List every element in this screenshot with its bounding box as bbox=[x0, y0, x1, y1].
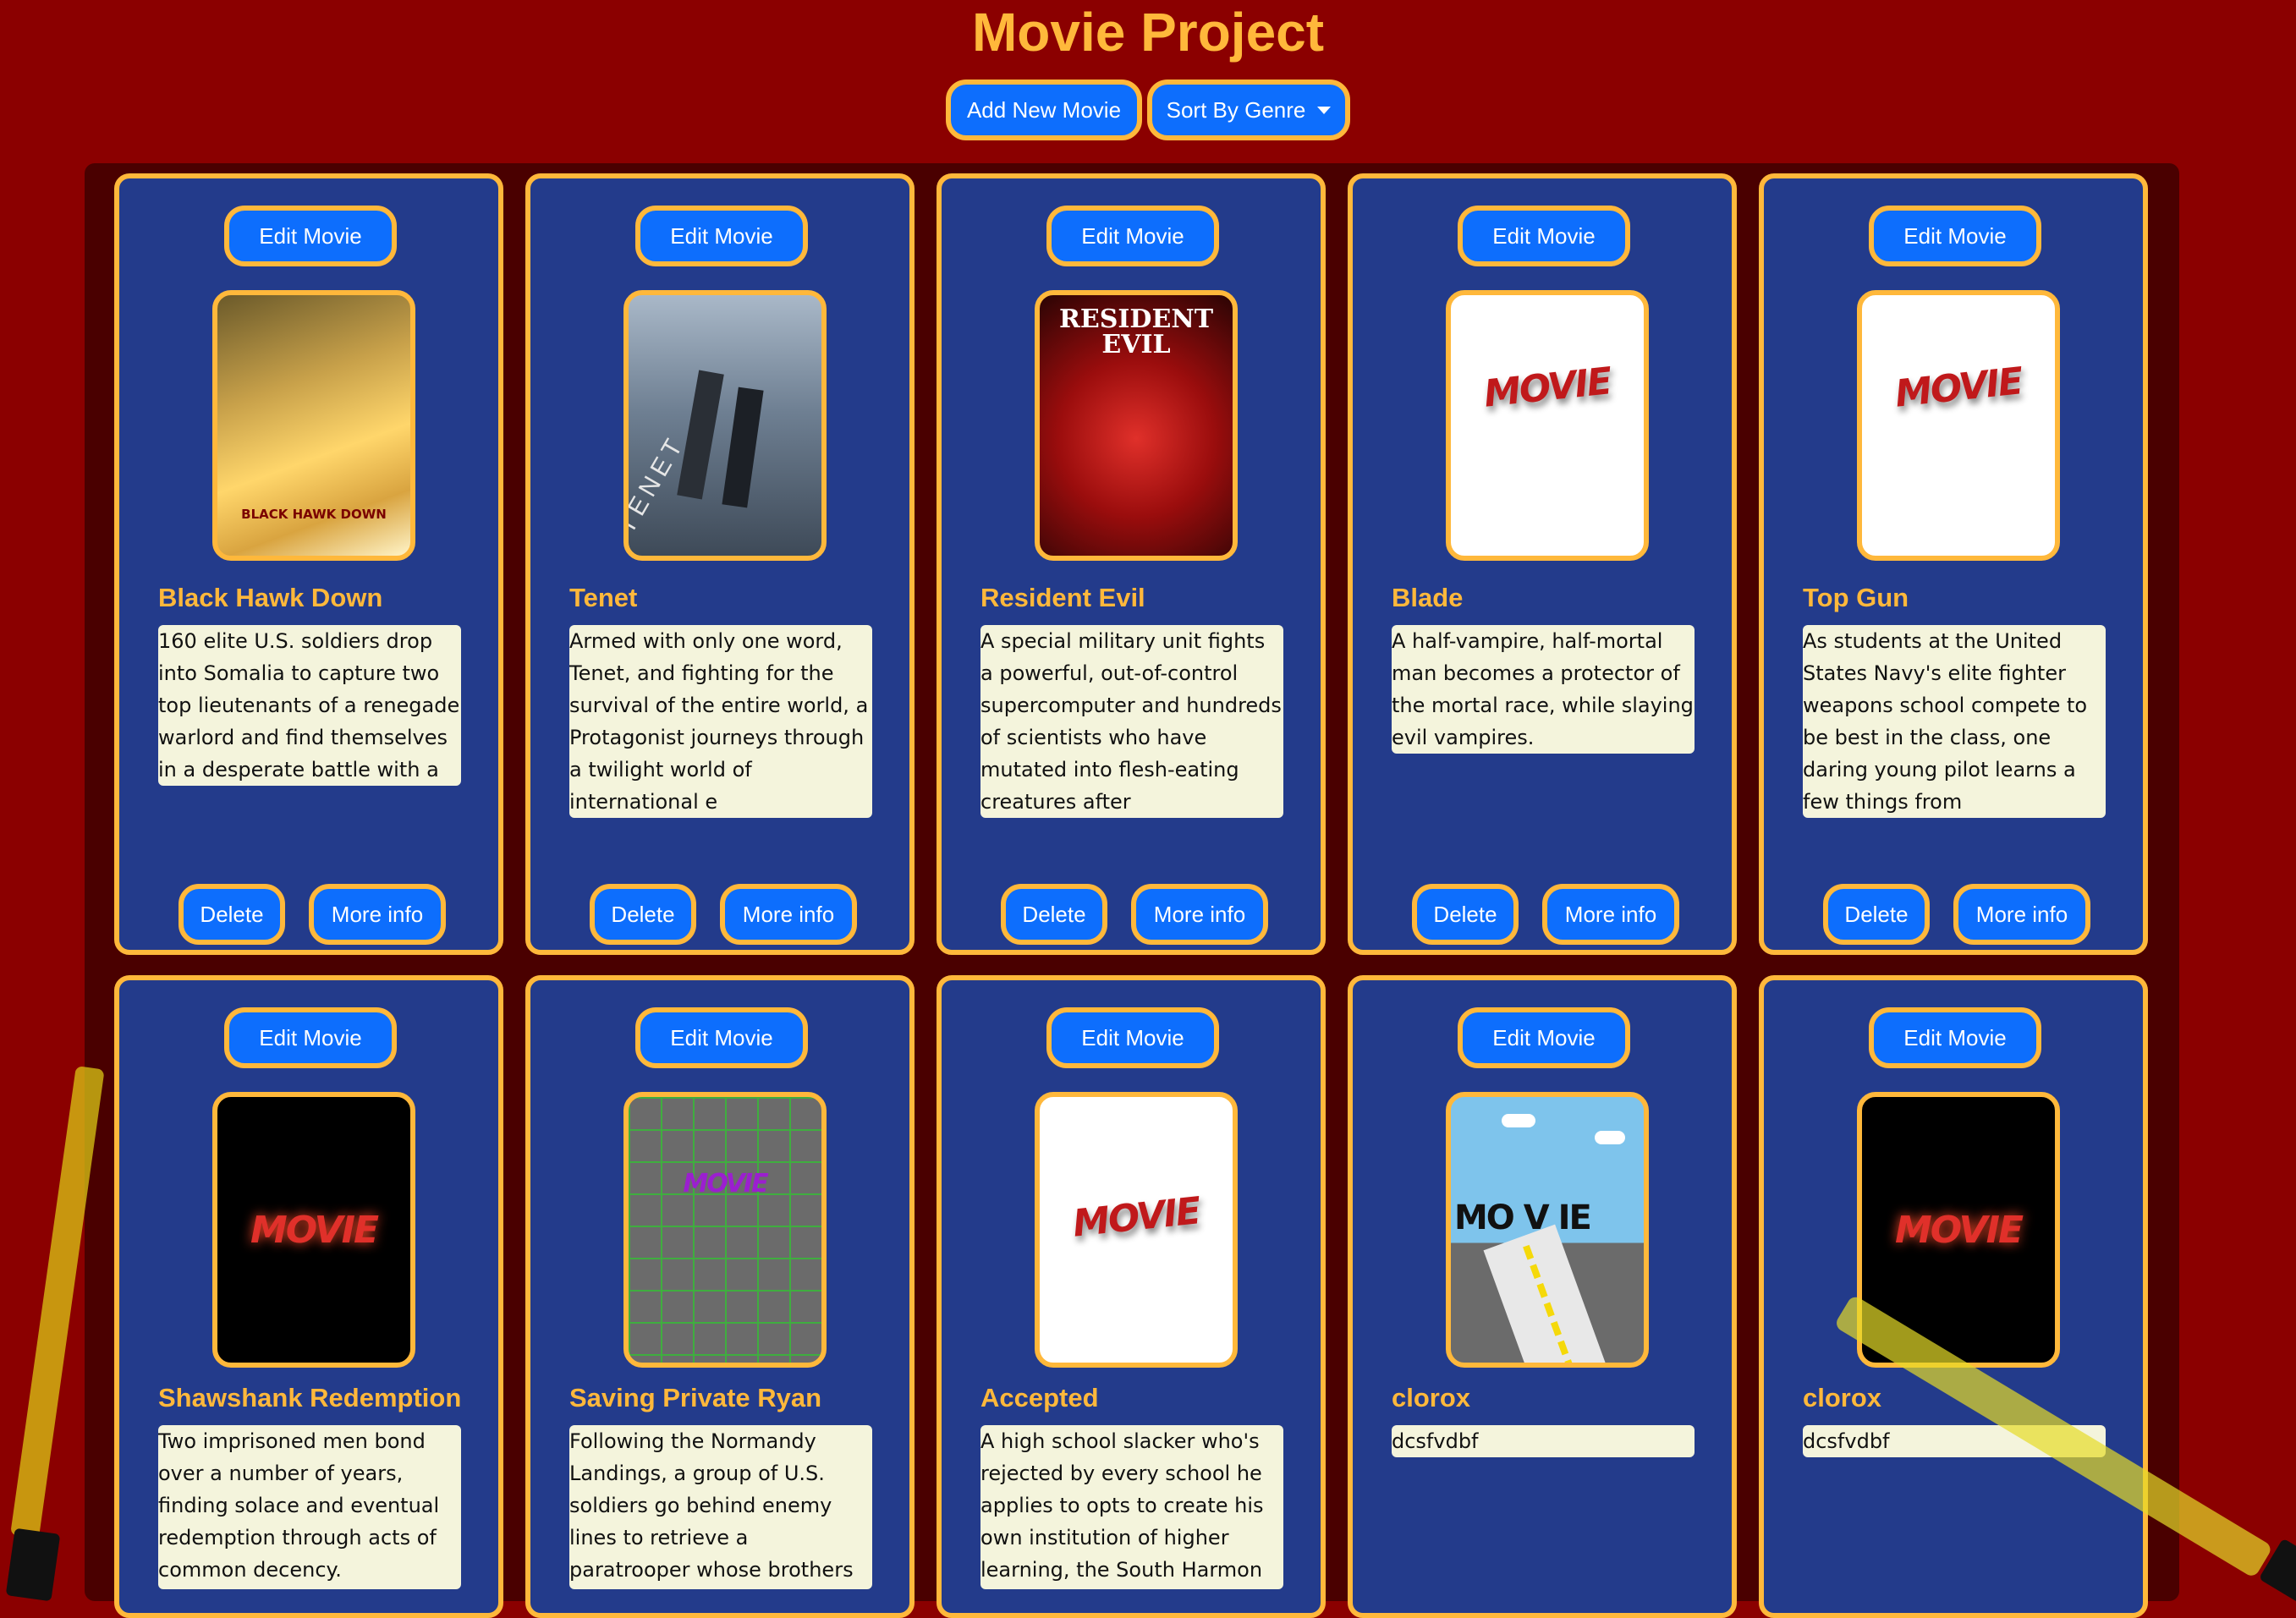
more-info-button[interactable]: More info bbox=[1131, 884, 1268, 945]
lightsaber-hilt bbox=[2258, 1538, 2296, 1605]
delete-button[interactable]: Delete bbox=[1412, 884, 1519, 945]
edit-movie-button[interactable]: Edit Movie bbox=[1458, 1007, 1630, 1068]
edit-movie-button[interactable]: Edit Movie bbox=[635, 206, 808, 266]
movie-card: Edit Movie TENET Tenet Armed with only o… bbox=[525, 173, 915, 955]
movie-logo: MOVIE bbox=[250, 1208, 379, 1252]
movie-card: Edit Movie MOVIE Accepted A high school … bbox=[937, 975, 1326, 1618]
edit-movie-button[interactable]: Edit Movie bbox=[1046, 206, 1219, 266]
edit-movie-button[interactable]: Edit Movie bbox=[224, 1007, 397, 1068]
movie-logo: MOVIE bbox=[683, 1168, 768, 1198]
delete-button[interactable]: Delete bbox=[179, 884, 285, 945]
movie-poster[interactable]: MOVIE bbox=[212, 1092, 415, 1368]
movie-card: Edit Movie RESIDENT EVIL Resident Evil A… bbox=[937, 173, 1326, 955]
poster-caption: BLACK HAWK DOWN bbox=[241, 507, 387, 522]
sort-by-genre-label: Sort By Genre bbox=[1166, 96, 1306, 123]
delete-button[interactable]: Delete bbox=[1001, 884, 1107, 945]
movie-poster[interactable]: MO V IE bbox=[1446, 1092, 1649, 1368]
movie-card: Edit Movie MOVIE Top Gun As students at … bbox=[1759, 173, 2148, 955]
movie-description: Armed with only one word, Tenet, and fig… bbox=[569, 625, 872, 818]
poster-figure-icon bbox=[677, 370, 724, 500]
delete-button[interactable]: Delete bbox=[590, 884, 696, 945]
more-info-button[interactable]: More info bbox=[720, 884, 857, 945]
movie-description: dcsfvdbf bbox=[1803, 1425, 2106, 1457]
edit-movie-button[interactable]: Edit Movie bbox=[1869, 1007, 2041, 1068]
movie-poster[interactable]: RESIDENT EVIL bbox=[1035, 290, 1238, 561]
movie-logo: MOVIE bbox=[1481, 359, 1613, 416]
movie-title: Blade bbox=[1392, 583, 1464, 612]
movie-poster[interactable]: MOVIE bbox=[1446, 290, 1649, 561]
movie-description: As students at the United States Navy's … bbox=[1803, 625, 2106, 818]
movie-title: Black Hawk Down bbox=[158, 583, 383, 612]
cloud-icon bbox=[1595, 1131, 1625, 1144]
movie-card: Edit Movie MOVIE clorox dcsfvdbf bbox=[1759, 975, 2148, 1618]
movie-description: Following the Normandy Landings, a group… bbox=[569, 1425, 872, 1589]
movie-description: A high school slacker who's rejected by … bbox=[980, 1425, 1283, 1589]
delete-button[interactable]: Delete bbox=[1823, 884, 1930, 945]
more-info-button[interactable]: More info bbox=[1542, 884, 1679, 945]
movie-description: dcsfvdbf bbox=[1392, 1425, 1695, 1457]
movie-title: clorox bbox=[1392, 1383, 1471, 1412]
cloud-icon bbox=[1502, 1114, 1535, 1127]
movie-poster[interactable]: MOVIE bbox=[623, 1092, 827, 1368]
movie-logo: MOVIE bbox=[1894, 1208, 2024, 1252]
movie-poster[interactable]: MOVIE bbox=[1857, 1092, 2060, 1368]
edit-movie-button[interactable]: Edit Movie bbox=[1869, 206, 2041, 266]
movie-title: Accepted bbox=[980, 1383, 1099, 1412]
movie-logo: MO V IE bbox=[1454, 1198, 1592, 1237]
more-info-button[interactable]: More info bbox=[309, 884, 446, 945]
movie-title: Saving Private Ryan bbox=[569, 1383, 822, 1412]
movie-poster[interactable]: MOVIE bbox=[1035, 1092, 1238, 1368]
edit-movie-button[interactable]: Edit Movie bbox=[224, 206, 397, 266]
edit-movie-button[interactable]: Edit Movie bbox=[1046, 1007, 1219, 1068]
movie-description: 160 elite U.S. soldiers drop into Somali… bbox=[158, 625, 461, 786]
movie-description: A special military unit fights a powerfu… bbox=[980, 625, 1283, 818]
add-movie-button[interactable]: Add New Movie bbox=[946, 80, 1142, 140]
lightsaber-hilt bbox=[5, 1528, 61, 1602]
edit-movie-button[interactable]: Edit Movie bbox=[635, 1007, 808, 1068]
poster-figure-icon bbox=[722, 387, 764, 508]
movie-title: Top Gun bbox=[1803, 583, 1909, 612]
movie-logo: MOVIE bbox=[1892, 359, 2024, 416]
sort-by-genre-dropdown[interactable]: Sort By Genre bbox=[1147, 80, 1350, 140]
movie-title: Resident Evil bbox=[980, 583, 1145, 612]
movie-logo: MOVIE bbox=[1070, 1188, 1202, 1246]
movie-title: Shawshank Redemption bbox=[158, 1383, 462, 1412]
movie-description: A half-vampire, half-mortal man becomes … bbox=[1392, 625, 1695, 754]
page-title: Movie Project bbox=[971, 2, 1325, 63]
more-info-button[interactable]: More info bbox=[1953, 884, 2090, 945]
edit-movie-button[interactable]: Edit Movie bbox=[1458, 206, 1630, 266]
movie-title: clorox bbox=[1803, 1383, 1882, 1412]
movie-poster[interactable]: MOVIE bbox=[1857, 290, 2060, 561]
movie-card: Edit Movie BLACK HAWK DOWN Black Hawk Do… bbox=[114, 173, 503, 955]
movie-poster[interactable]: TENET bbox=[623, 290, 827, 561]
movie-title: Tenet bbox=[569, 583, 638, 612]
movie-poster[interactable]: BLACK HAWK DOWN bbox=[212, 290, 415, 561]
movie-card: Edit Movie MOVIE Blade A half-vampire, h… bbox=[1348, 173, 1737, 955]
chevron-down-icon bbox=[1317, 106, 1332, 114]
poster-caption: RESIDENT EVIL bbox=[1058, 304, 1214, 359]
movie-description: Two imprisoned men bond over a number of… bbox=[158, 1425, 461, 1589]
movie-card: Edit Movie MOVIE Shawshank Redemption Tw… bbox=[114, 975, 503, 1618]
movie-card: Edit Movie MO V IE clorox dcsfvdbf bbox=[1348, 975, 1737, 1618]
movie-card: Edit Movie MOVIE Saving Private Ryan Fol… bbox=[525, 975, 915, 1618]
